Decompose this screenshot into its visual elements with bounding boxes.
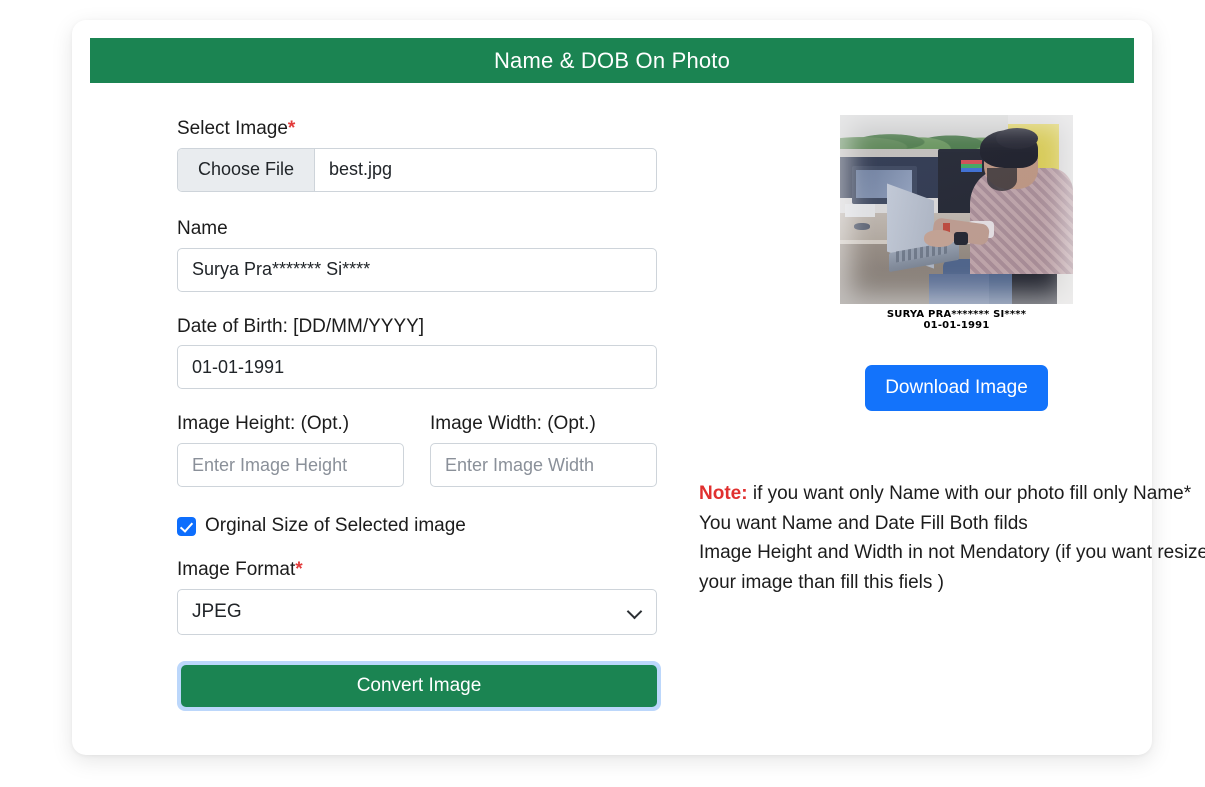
note-line-1: if you want only Name with our photo fil…: [747, 483, 1192, 504]
image-format-label: Image Format*: [177, 559, 661, 582]
photo-caption: SURYA PRA******* SI**** 01-01-1991: [887, 310, 1026, 331]
convert-button-focus-ring: Convert Image: [177, 660, 661, 711]
image-height-label: Image Height: (Opt.): [177, 413, 350, 435]
required-asterisk: *: [295, 559, 303, 581]
dimensions-row: Image Height: (Opt.) Image Width: (Opt.): [177, 413, 661, 488]
original-size-checkbox[interactable]: [177, 516, 196, 536]
select-image-label: Select Image*: [177, 118, 661, 141]
dob-input[interactable]: [177, 345, 657, 390]
page-root: Name & DOB On Photo Select Image* Choose…: [0, 0, 1205, 787]
name-label: Name: [177, 217, 228, 239]
converter-card: Name & DOB On Photo Select Image* Choose…: [72, 20, 1205, 755]
dob-label: Date of Birth: [DD/MM/YYYY]: [177, 315, 425, 337]
form-column: Select Image* Choose File best.jpg Name …: [177, 118, 661, 711]
image-format-label-text: Image Format: [177, 559, 296, 581]
original-size-label: Orginal Size of Selected image: [205, 515, 466, 537]
image-format-select[interactable]: JPEG: [177, 588, 657, 635]
image-format-selected-value[interactable]: JPEG: [177, 588, 657, 635]
note-text: Note: if you want only Name with our pho…: [699, 479, 1205, 598]
photo-caption-dob: 01-01-1991: [923, 320, 990, 331]
preview-photo: [840, 115, 1073, 304]
card-header: Name & DOB On Photo: [90, 38, 1134, 83]
download-image-button[interactable]: Download Image: [865, 365, 1048, 411]
preview-block: SURYA PRA******* SI**** 01-01-1991 Downl…: [699, 115, 1205, 411]
photo-caption-name: SURYA PRA******* SI****: [886, 309, 1027, 320]
file-input-group[interactable]: Choose File best.jpg: [177, 147, 657, 192]
note-line-3: Image Height and Width in not Mendatory …: [699, 542, 1205, 593]
preview-column: SURYA PRA******* SI**** 01-01-1991 Downl…: [699, 115, 1205, 598]
image-width-label: Image Width: (Opt.): [430, 413, 596, 435]
name-input[interactable]: [177, 247, 657, 292]
note-line-2: You want Name and Date Fill Both filds: [699, 512, 1028, 534]
image-width-group: Image Width: (Opt.): [430, 413, 657, 488]
select-image-label-text: Select Image: [177, 118, 288, 139]
page-title: Name & DOB On Photo: [493, 47, 731, 73]
image-height-input[interactable]: [177, 443, 404, 488]
choose-file-button[interactable]: Choose File: [178, 148, 315, 191]
image-width-input[interactable]: [430, 443, 657, 488]
note-label: Note:: [699, 483, 748, 504]
image-height-group: Image Height: (Opt.): [177, 413, 404, 488]
original-size-row[interactable]: Orginal Size of Selected image: [177, 515, 661, 537]
photo-vignette: [840, 115, 1073, 304]
required-asterisk: *: [287, 118, 296, 139]
convert-image-button[interactable]: Convert Image: [181, 664, 657, 707]
selected-file-name: best.jpg: [329, 159, 393, 180]
